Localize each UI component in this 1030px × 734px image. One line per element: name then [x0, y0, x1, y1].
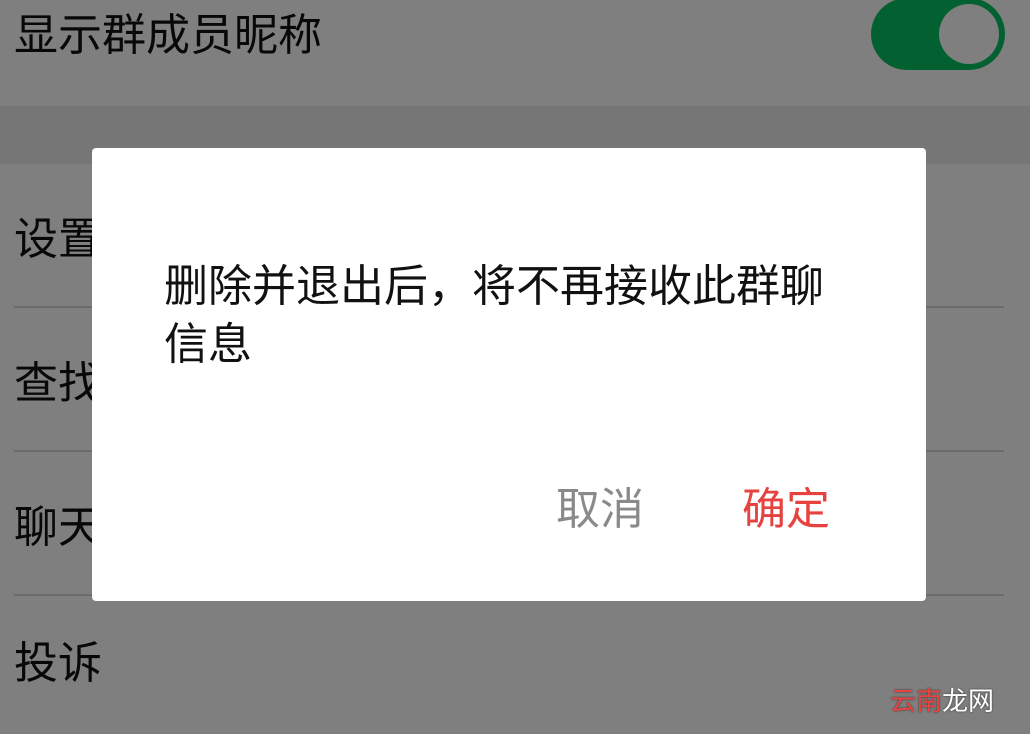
- confirm-button[interactable]: 确定: [742, 481, 830, 539]
- dialog-message: 删除并退出后，将不再接收此群聊信息: [164, 261, 824, 370]
- delete-exit-confirm-dialog: 删除并退出后，将不再接收此群聊信息 取消 确定: [92, 148, 926, 601]
- watermark-part-1: 云南: [889, 687, 942, 717]
- source-watermark: 云南龙网: [890, 681, 994, 718]
- watermark-part-2: 龙网: [941, 687, 994, 717]
- cancel-button[interactable]: 取消: [556, 481, 644, 539]
- dialog-actions: 取消 确定: [556, 481, 830, 539]
